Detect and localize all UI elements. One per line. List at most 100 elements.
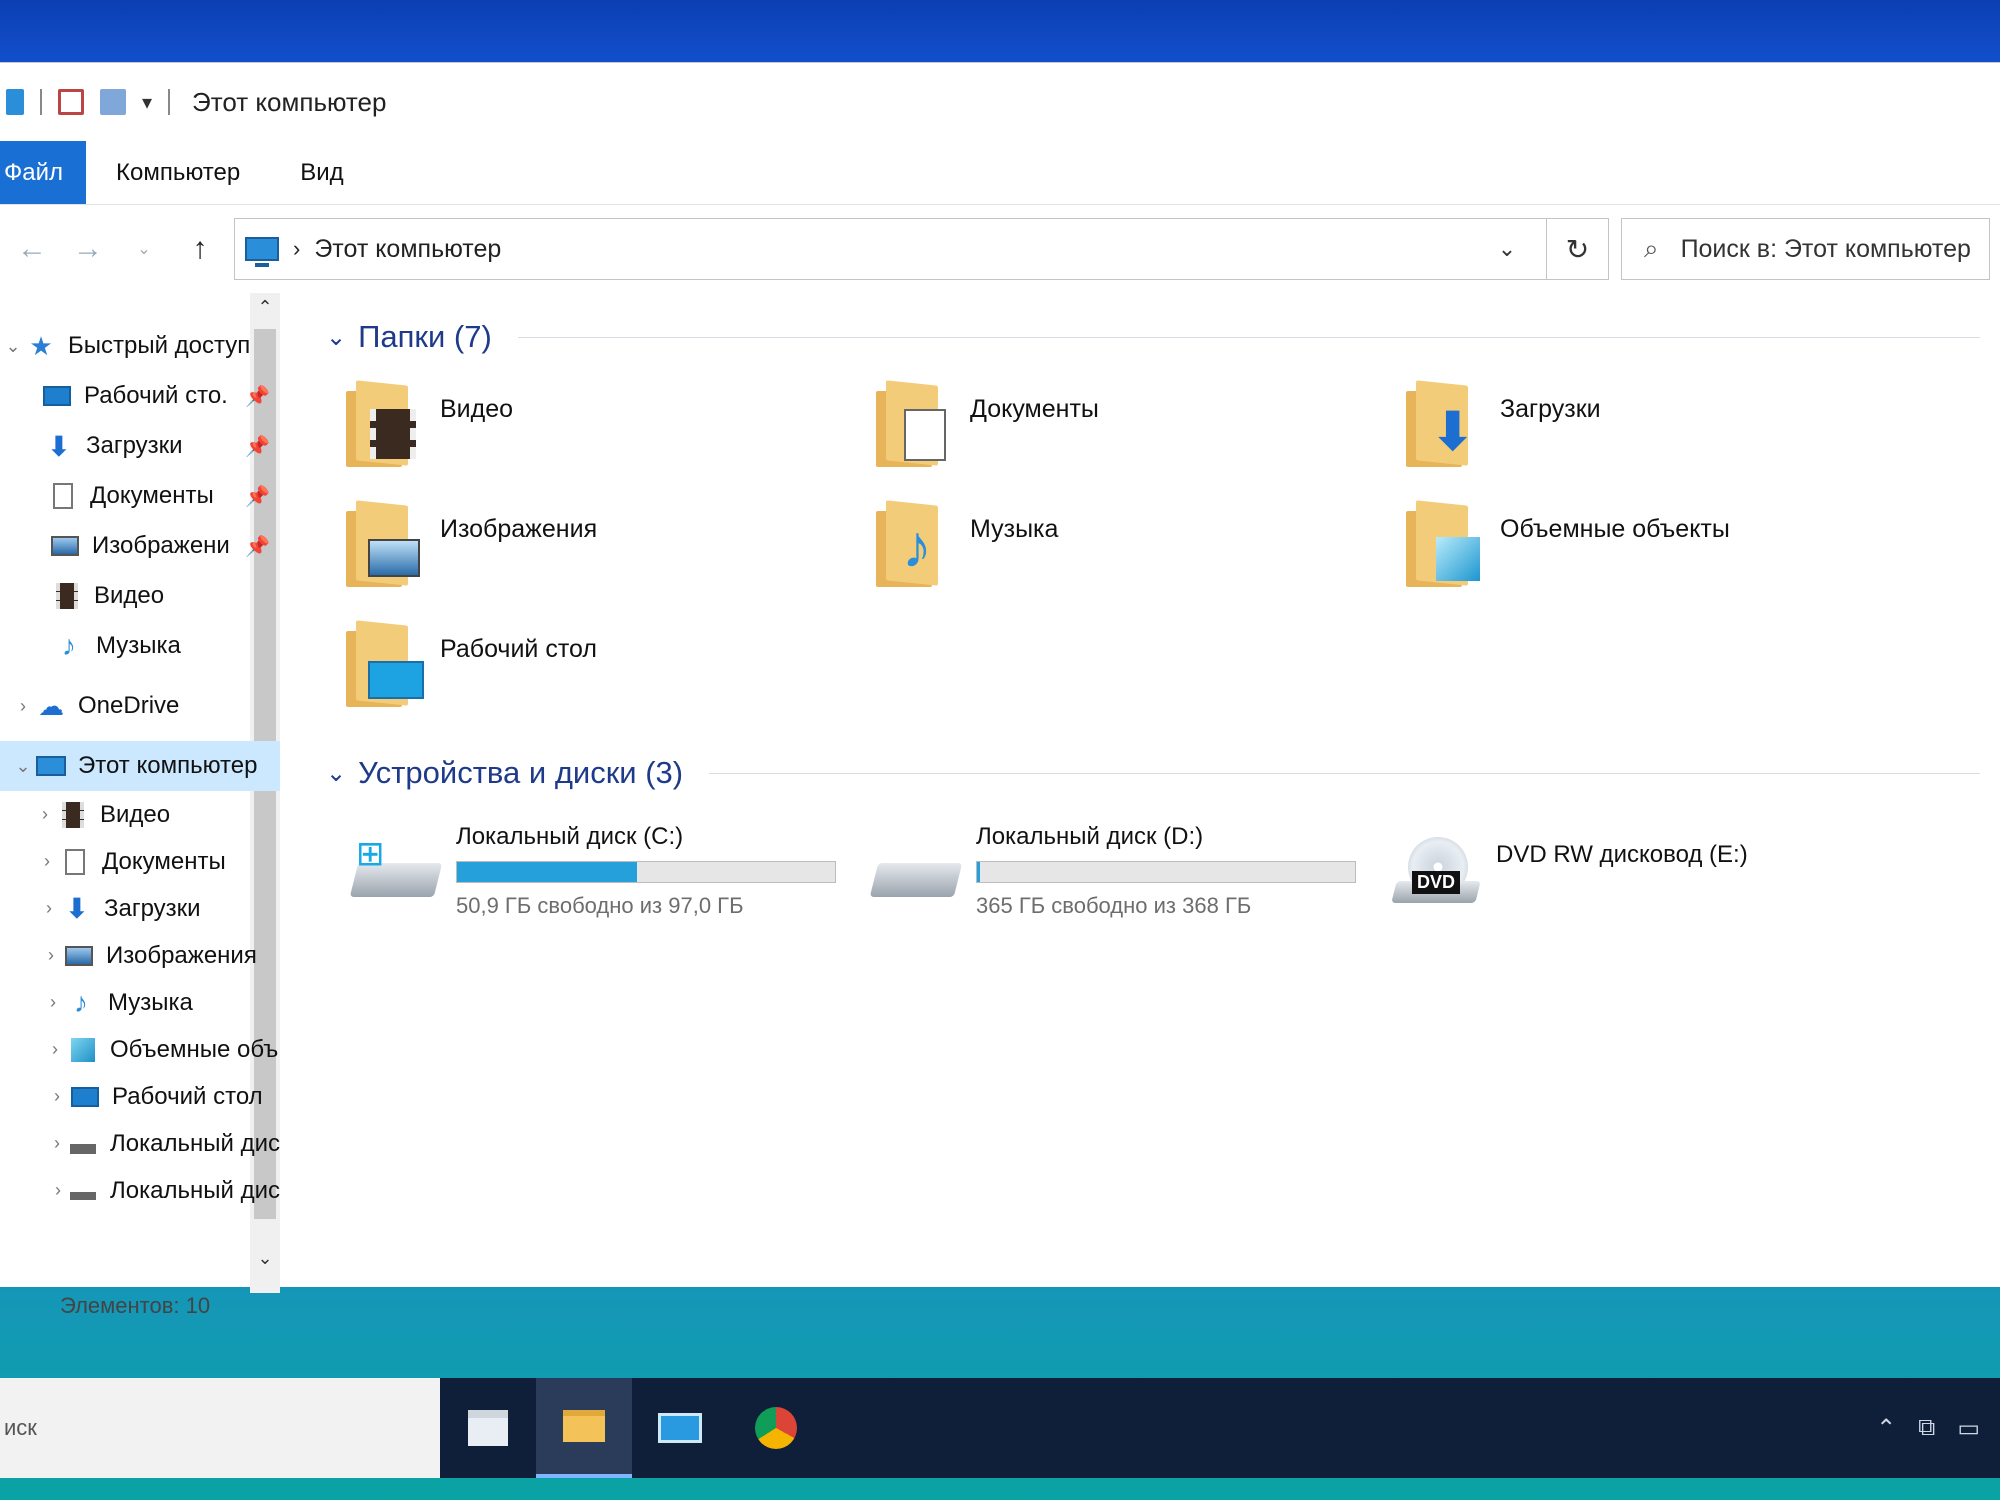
picture-icon — [50, 533, 80, 559]
taskbar-store-button[interactable] — [440, 1378, 536, 1478]
refresh-button[interactable]: ↻ — [1546, 218, 1608, 280]
show-hidden-icons-icon[interactable]: ⌃ — [1876, 1414, 1896, 1443]
drive-item-c[interactable]: ⊞ Локальный диск (C:) 50,9 ГБ свободно и… — [349, 823, 874, 919]
sidebar-item-label: Музыка — [108, 988, 193, 1016]
back-button[interactable]: ← — [10, 227, 54, 271]
folder-item-video[interactable]: Видео — [346, 380, 876, 475]
folder-item-documents[interactable]: Документы — [876, 380, 1406, 475]
expand-arrow-icon[interactable]: › — [36, 898, 62, 919]
sidebar-item-desktop-pinned[interactable]: Рабочий сто. 📌 — [0, 371, 280, 421]
system-drive-icon: ⊞ — [349, 837, 443, 917]
drives-group-header[interactable]: ⌄ Устройства и диски (3) — [326, 745, 2000, 801]
sidebar-item-pictures-pinned[interactable]: Изображени 📌 — [0, 521, 280, 571]
expand-arrow-icon[interactable]: › — [48, 1180, 68, 1201]
pin-icon[interactable]: 📌 — [245, 534, 270, 559]
folder-item-pictures[interactable]: Изображения — [346, 500, 876, 595]
sidebar-item-label: Видео — [94, 582, 165, 609]
taskbar-chrome-button[interactable] — [728, 1378, 824, 1478]
taskbar: иск ⌃ ⧉ ▭ — [0, 1378, 2000, 1478]
sidebar-item-music[interactable]: ♪ Музыка — [0, 621, 280, 671]
sidebar-item-this-pc[interactable]: ⌄ Этот компьютер — [0, 741, 280, 791]
collapse-icon[interactable]: ⌄ — [326, 323, 346, 352]
sidebar-item-pc-downloads[interactable]: › ⬇ Загрузки — [0, 885, 280, 932]
folder-label: Объемные объекты — [1500, 515, 1730, 543]
sidebar-item-pc-documents[interactable]: › Документы — [0, 838, 280, 885]
recent-locations-button[interactable]: ⌄ — [122, 227, 166, 271]
customize-quick-access-icon[interactable]: ▾ — [142, 90, 152, 115]
sidebar-item-label: Музыка — [96, 632, 181, 659]
drive-item-d[interactable]: Локальный диск (D:) 365 ГБ свободно из 3… — [869, 823, 1394, 919]
address-bar[interactable]: › Этот компьютер ⌄ ↻ — [234, 218, 1609, 280]
drive-name: DVD RW дисковод (E:) — [1496, 841, 1748, 868]
pin-icon[interactable]: 📌 — [245, 384, 270, 409]
taskbar-search-text: иск — [4, 1415, 37, 1440]
forward-button[interactable]: → — [66, 227, 110, 271]
sidebar-item-pc-desktop[interactable]: › Рабочий стол — [0, 1073, 280, 1120]
sidebar-item-video[interactable]: Видео — [0, 571, 280, 621]
sidebar-item-pc-video[interactable]: › Видео — [0, 791, 280, 838]
folder-item-music[interactable]: ♪ Музыка — [876, 500, 1406, 595]
computer-icon[interactable] — [6, 89, 24, 115]
picture-icon — [64, 943, 94, 969]
notification-icon[interactable]: ▭ — [1957, 1414, 1980, 1443]
expand-arrow-icon[interactable]: › — [38, 945, 64, 966]
desktop-folder-icon — [346, 620, 424, 709]
expand-arrow-icon[interactable]: › — [40, 992, 66, 1013]
expand-arrow-icon[interactable]: › — [46, 1133, 68, 1154]
expand-arrow-icon[interactable]: › — [42, 1039, 68, 1060]
sidebar-item-downloads-pinned[interactable]: ⬇ Загрузки 📌 — [0, 421, 280, 471]
sidebar-item-label: Рабочий сто. — [84, 382, 228, 409]
properties-icon[interactable] — [58, 89, 84, 115]
content-pane: ⌄ Папки (7) Видео Документы ⬇ Загрузки И… — [280, 293, 2000, 1287]
folders-group-header[interactable]: ⌄ Папки (7) — [326, 309, 2000, 365]
scroll-down-button[interactable]: ⌄ — [250, 1248, 280, 1269]
expand-arrow-icon[interactable]: ⌄ — [10, 756, 36, 777]
folder-item-desktop[interactable]: Рабочий стол — [346, 620, 876, 715]
video-folder-icon — [346, 380, 422, 469]
sidebar-item-pc-3d-objects[interactable]: › Объемные объ — [0, 1026, 280, 1073]
file-explorer-window: ▾ Этот компьютер Файл Компьютер Вид ← → … — [0, 62, 2000, 1318]
sidebar-item-drive-c[interactable]: › Локальный дис — [0, 1120, 280, 1167]
expand-arrow-icon[interactable]: › — [10, 696, 36, 717]
group-title: Устройства и диски (3) — [358, 755, 684, 790]
scroll-up-button[interactable]: ⌃ — [250, 297, 280, 318]
expand-arrow-icon[interactable]: ⌄ — [0, 336, 26, 357]
tab-file[interactable]: Файл — [0, 141, 86, 204]
video-icon — [58, 801, 88, 828]
taskbar-mail-button[interactable] — [632, 1378, 728, 1478]
sidebar-item-drive-d[interactable]: › Локальный дис — [0, 1167, 280, 1214]
drive-usage-fill — [977, 862, 981, 882]
pin-icon[interactable]: 📌 — [245, 484, 270, 509]
new-folder-icon[interactable] — [100, 89, 126, 115]
folder-label: Изображения — [440, 515, 598, 543]
address-history-dropdown[interactable]: ⌄ — [1482, 236, 1532, 262]
sidebar-item-pc-pictures[interactable]: › Изображения — [0, 932, 280, 979]
tab-computer[interactable]: Компьютер — [86, 141, 270, 204]
expand-arrow-icon[interactable]: › — [34, 851, 60, 872]
pin-icon[interactable]: 📌 — [245, 434, 270, 459]
star-icon: ★ — [29, 330, 53, 361]
drive-icon — [68, 1178, 98, 1204]
main-area: ⌃ ⌄ ⌄ ★ Быстрый доступ Рабочий сто. 📌 ⬇ … — [0, 293, 2000, 1318]
sidebar-item-quick-access[interactable]: ⌄ ★ Быстрый доступ — [0, 321, 280, 371]
taskbar-search-box[interactable]: иск — [0, 1378, 440, 1478]
sidebar-item-label: OneDrive — [78, 692, 180, 719]
tab-view[interactable]: Вид — [270, 141, 373, 204]
taskbar-file-explorer-button[interactable] — [536, 1378, 632, 1478]
sidebar-item-pc-music[interactable]: › ♪ Музыка — [0, 979, 280, 1026]
sidebar-item-onedrive[interactable]: › ☁ OneDrive — [0, 681, 280, 731]
breadcrumb[interactable]: Этот компьютер — [314, 235, 501, 264]
collapse-icon[interactable]: ⌄ — [326, 759, 346, 788]
divider — [517, 336, 1980, 338]
expand-arrow-icon[interactable]: › — [44, 1086, 70, 1107]
expand-arrow-icon[interactable]: › — [32, 804, 58, 825]
network-icon[interactable]: ⧉ — [1918, 1414, 1935, 1443]
folder-item-3d-objects[interactable]: Объемные объекты — [1406, 500, 1936, 595]
up-button[interactable]: ↑ — [178, 227, 222, 271]
search-input[interactable]: ⌕ Поиск в: Этот компьютер — [1621, 218, 1990, 280]
sidebar-item-documents-pinned[interactable]: Документы 📌 — [0, 471, 280, 521]
drive-item-e[interactable]: DVD DVD RW дисковод (E:) — [1391, 823, 1914, 919]
folder-item-downloads[interactable]: ⬇ Загрузки — [1406, 380, 1936, 475]
breadcrumb-chevron-icon[interactable]: › — [293, 236, 300, 262]
divider — [709, 772, 1980, 774]
